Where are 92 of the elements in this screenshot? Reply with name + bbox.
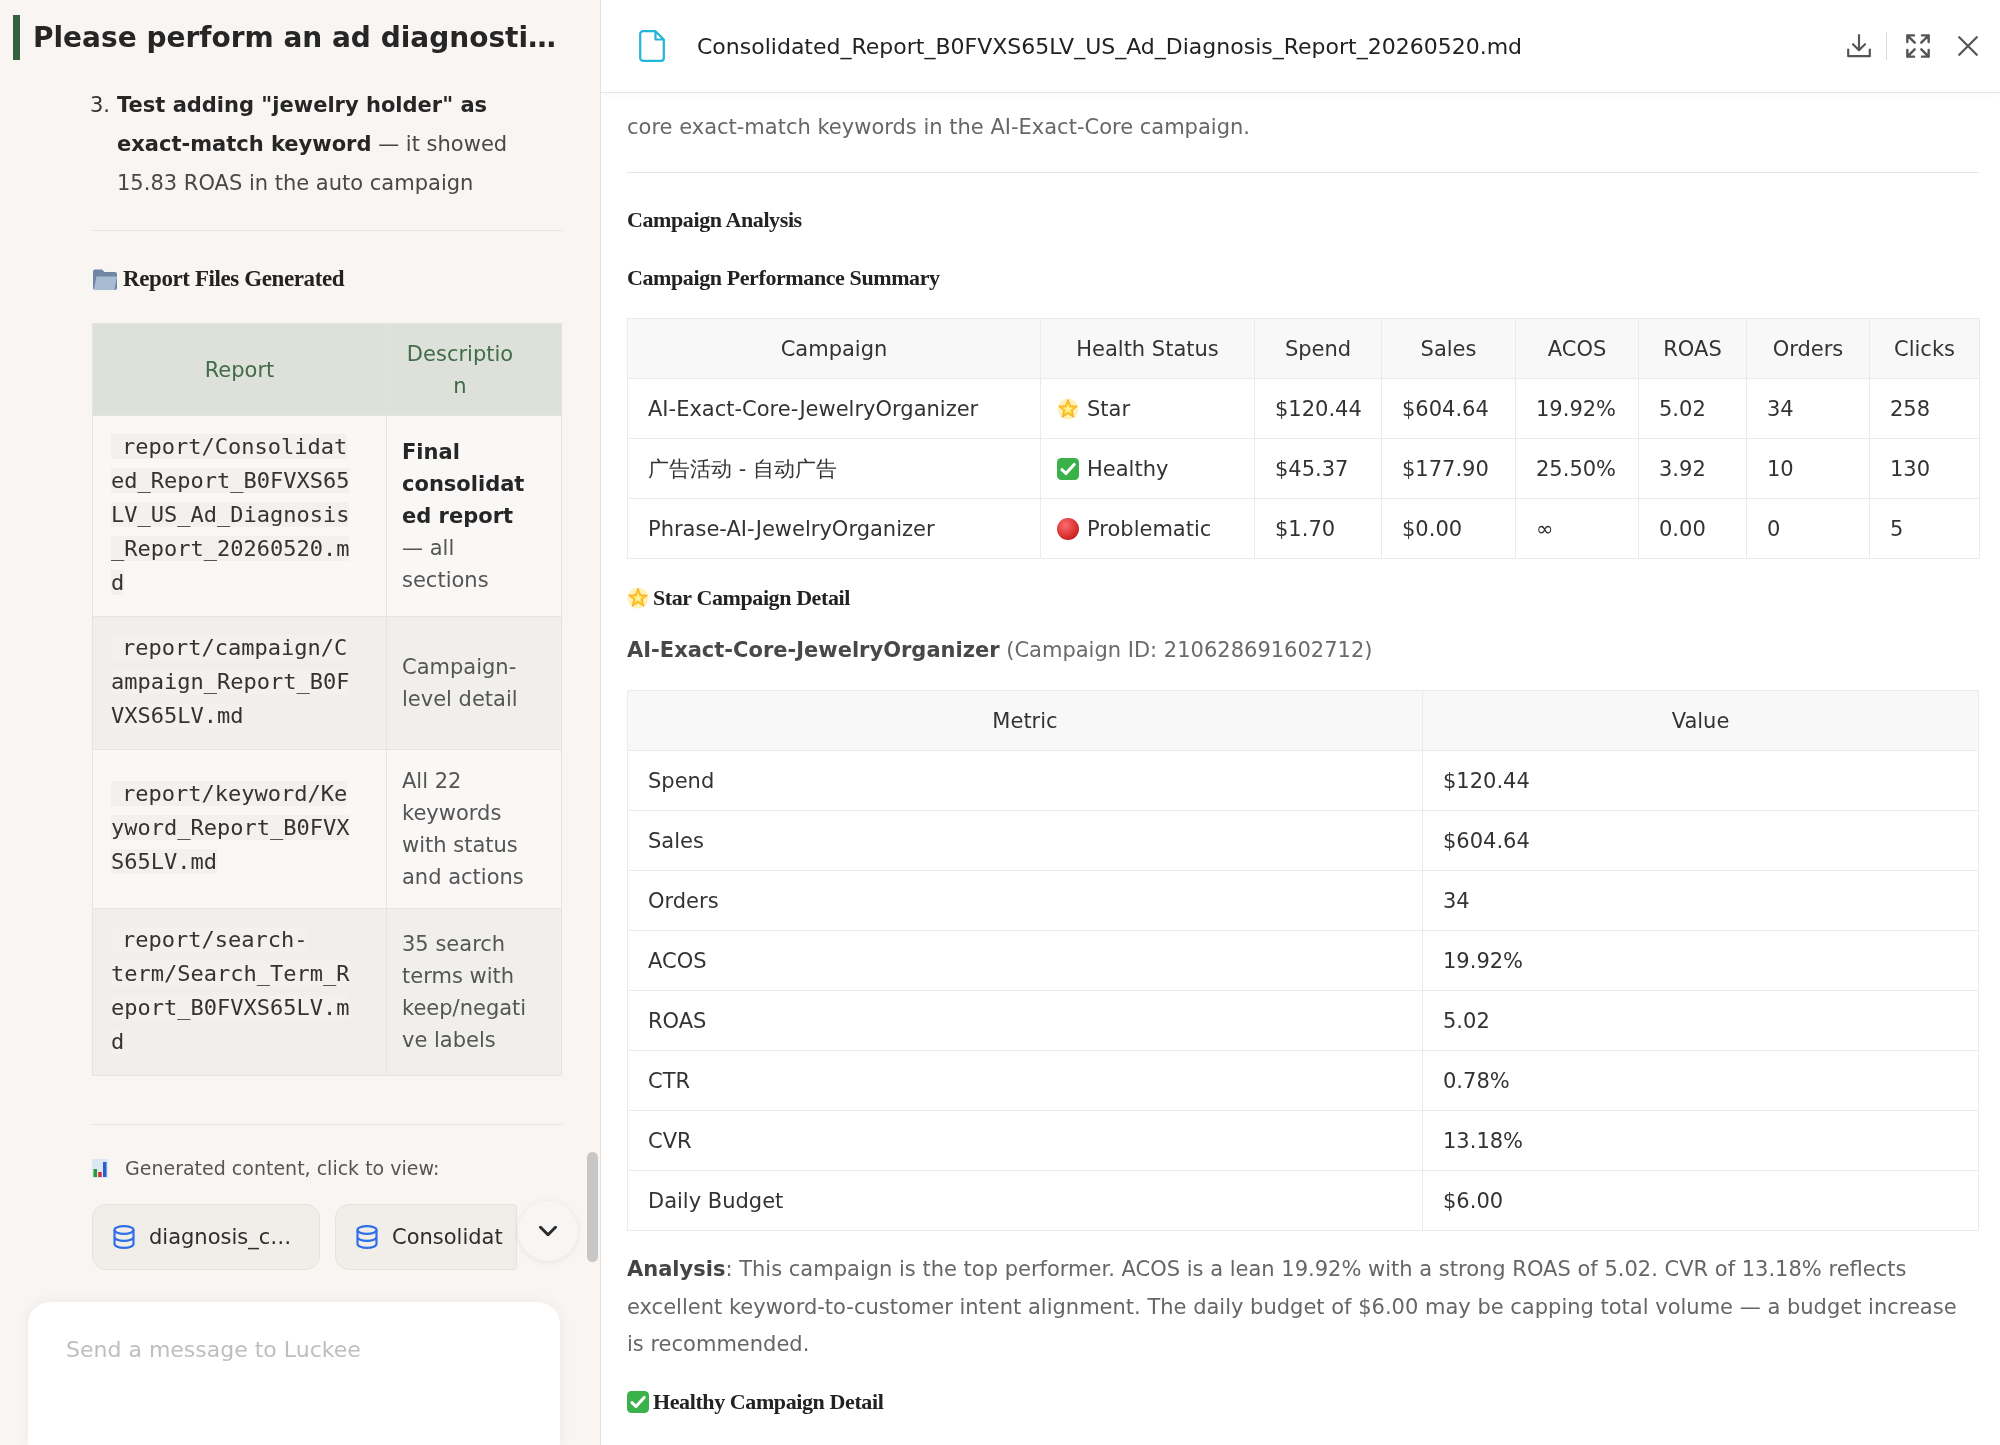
table-cell: 34 [1422,870,1979,931]
message-input[interactable]: Send a message to Luckee [28,1302,560,1445]
table-cell: 25.50% [1515,438,1639,499]
status-label: Star [1087,395,1131,423]
chat-title: Please perform an ad diagnosti… [33,20,557,56]
table-cell: 5.02 [1422,990,1979,1051]
table-cell: ∞ [1515,498,1639,559]
table-cell: All 22 keywords with status and actions [386,749,562,909]
analysis-paragraph: Analysis: This campaign is the top performer. ACOS is a lean 19.92% with a strong ROAS of 5.02. CVR of 13.18% reflects excellent keyword-to-customer intent alignment. The daily budget of $6.00 may be capping total volume — a budget increase is recommended. [627,1256,1958,1358]
table-cell: 5 [1869,498,1980,559]
file-path-cell: report/keyword/Keyword_Report_B0FVXS65LV.md [92,749,387,909]
table-cell: $120.44 [1254,378,1382,439]
check-icon [627,1390,649,1413]
column-header: Spend [1254,318,1382,379]
column-header: Metric [627,690,1423,751]
star-icon [1057,397,1079,420]
list-number: 3. [90,92,112,119]
table-cell: 19.92% [1515,378,1639,439]
table-cell: 0.00 [1638,498,1747,559]
document-title: Consolidated_Report_B0FVXS65LV_US_Ad_Diagnosis_Report_20260520.md [697,33,1524,59]
table-cell: 130 [1869,438,1980,499]
column-header: ACOS [1515,318,1639,379]
section-heading: Report Files Generated [123,265,345,293]
table-cell: 258 [1869,378,1980,439]
table-cell: Phrase-AI-JewelryOrganizer [627,498,1041,559]
expand-icon[interactable] [1906,34,1930,58]
column-header: Campaign [627,318,1041,379]
file-path-cell: report/search-term/Search_Term_Report_B0FVXS65LV.md [92,908,387,1076]
section-heading: Healthy Campaign Detail [653,1388,884,1415]
table-cell: ACOS [627,930,1423,991]
table-cell: $1.70 [1254,498,1382,559]
column-header: Sales [1381,318,1516,379]
attachment-chip[interactable]: Consolidat [335,1204,517,1270]
column-header: Health Status [1040,318,1255,379]
table-cell: ROAS [627,990,1423,1051]
column-header: Report [92,323,387,416]
generated-content-label: Generated content, click to view: [125,1156,440,1180]
check-icon [1057,457,1079,480]
close-icon[interactable] [1958,36,1978,56]
column-header: Orders [1746,318,1870,379]
table-cell: 3.92 [1638,438,1747,499]
column-header: Value [1422,690,1979,751]
table-cell: $177.90 [1381,438,1516,499]
table-cell: 19.92% [1422,930,1979,991]
section-title: Campaign Analysis [627,207,803,233]
table-cell: 34 [1746,378,1870,439]
table-cell: CTR [627,1050,1423,1111]
table-cell: 广告活动 - 自动广告 [627,438,1041,499]
table-cell: $45.37 [1254,438,1382,499]
file-path-cell: report/campaign/Campaign_Report_B0FVXS65LV.md [92,616,387,750]
bar-chart-icon [92,1158,108,1178]
table-cell: 0.78% [1422,1050,1979,1111]
table-cell: $604.64 [1422,810,1979,871]
table-cell: $604.64 [1381,378,1516,439]
section-heading: Star Campaign Detail [653,585,850,611]
database-icon [356,1225,378,1249]
table-cell: Daily Budget [627,1170,1423,1231]
table-cell: Sales [627,810,1423,871]
table-cell: 0 [1746,498,1870,559]
table-cell: Spend [627,750,1423,811]
table-cell: AI-Exact-Core-JewelryOrganizer [627,378,1041,439]
list-item-text: Test adding "jewelry holder" as exact-match keyword — it showed 15.83 ROAS in the auto campaign [117,92,509,197]
table-cell: $0.00 [1381,498,1516,559]
table-cell: 5.02 [1638,378,1747,439]
column-header: Description [386,323,562,416]
campaign-subtitle: AI-Exact-Core-JewelryOrganizer (Campaign ID: 210628691602712) [627,637,1374,664]
scrollbar-thumb[interactable] [587,1152,598,1262]
download-icon[interactable] [1847,34,1871,58]
table-heading: Campaign Performance Summary [627,265,941,291]
table-cell: Final consolidated report — all sections [386,415,562,617]
database-icon [113,1225,135,1249]
paragraph-text: core exact-match keywords in the AI-Exact-Core campaign. [627,114,1251,141]
chevron-down-icon [539,1226,557,1236]
title-accent-bar [13,15,20,60]
table-cell: $120.44 [1422,750,1979,811]
folder-icon [92,267,118,291]
table-cell: Orders [627,870,1423,931]
attachment-chip[interactable]: diagnosis_c… [92,1204,320,1270]
column-header: Clicks [1869,318,1980,379]
table-cell: 35 search terms with keep/negative labels [386,908,562,1076]
column-header: ROAS [1638,318,1747,379]
status-dot-icon [1057,517,1079,540]
document-icon [639,30,665,62]
star-icon [627,587,649,609]
status-label: Healthy [1087,455,1169,483]
table-cell: CVR [627,1110,1423,1171]
table-cell: 10 [1746,438,1870,499]
table-cell: 13.18% [1422,1110,1979,1171]
table-cell: $6.00 [1422,1170,1979,1231]
file-path-cell: report/Consolidated_Report_B0FVXS65LV_US_Ad_Diagnosis_Report_20260520.md [92,415,387,617]
table-cell: Campaign-level detail [386,616,562,750]
status-label: Problematic [1087,515,1212,543]
